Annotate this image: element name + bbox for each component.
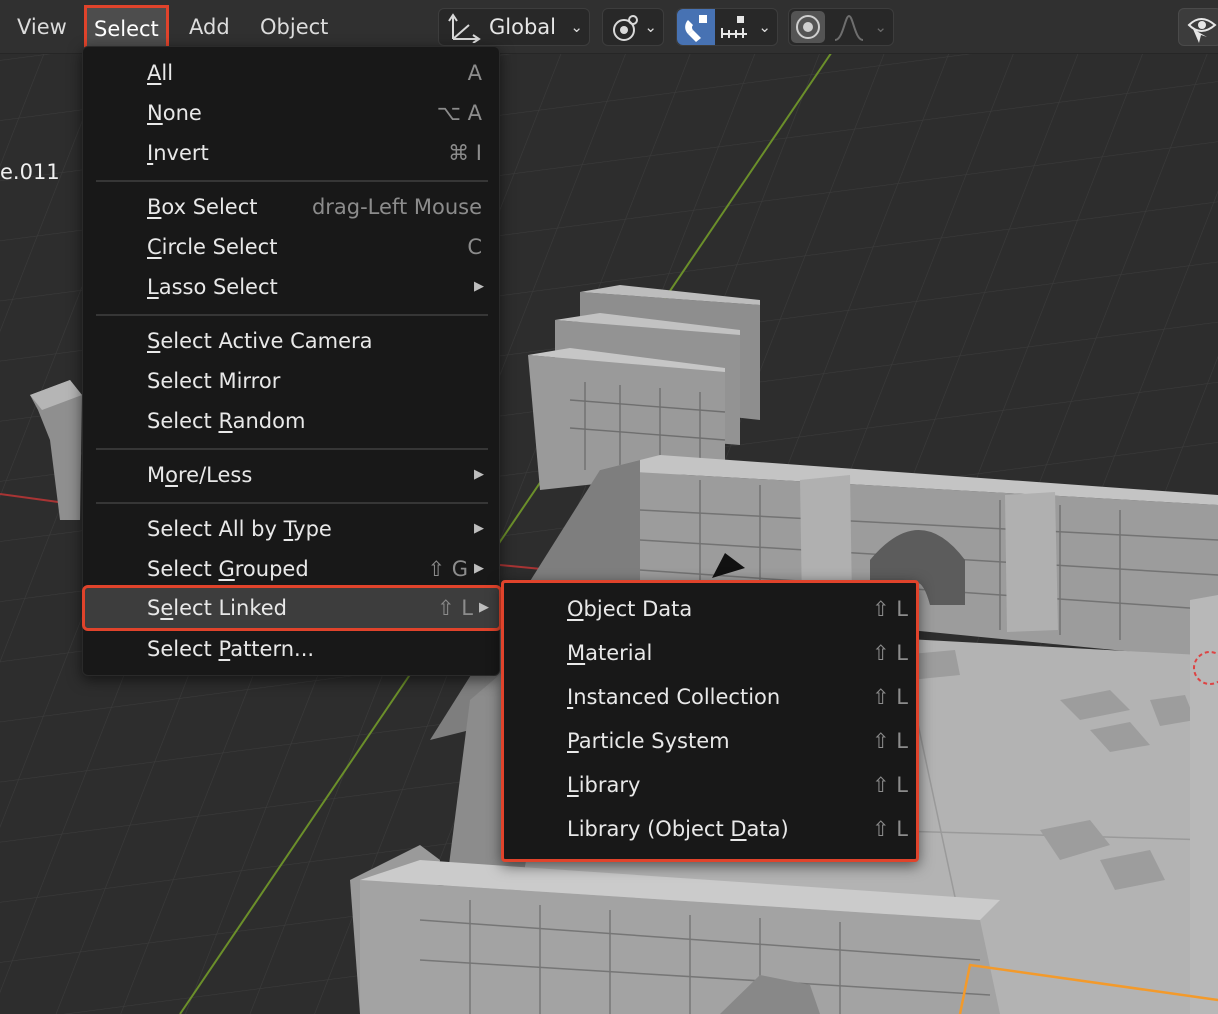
- menu-item-label: Select Random: [147, 409, 306, 433]
- submenu-item-object-data[interactable]: Object Data ⇧ L: [512, 587, 912, 631]
- submenu-arrow-icon: ▶: [474, 521, 484, 536]
- select-dropdown-menu: All A None ⌥ A Invert ⌘ I Box Select drag‑Left …: [82, 46, 502, 676]
- proportional-edit-toggle[interactable]: [791, 11, 825, 43]
- menu-item-label: None: [147, 101, 202, 125]
- submenu-arrow-icon: ▶: [479, 600, 489, 615]
- submenu-item-library[interactable]: Library ⇧ L: [512, 763, 912, 807]
- menu-item-lasso-select[interactable]: Lasso Select ▶: [88, 267, 494, 307]
- submenu-arrow-icon: ▶: [474, 467, 484, 482]
- snap-toggle-button[interactable]: [677, 9, 715, 45]
- menu-item-circle-select[interactable]: Circle Select C: [88, 227, 494, 267]
- menu-item-invert[interactable]: Invert ⌘ I: [88, 133, 494, 173]
- room-right-wall: [1190, 595, 1218, 1014]
- menu-item-label: Library (Object Data): [567, 817, 789, 841]
- transform-orientation-dropdown[interactable]: Global ⌄: [438, 8, 590, 46]
- menu-item-label: Instanced Collection: [567, 685, 781, 709]
- menu-separator: [96, 448, 488, 450]
- submenu-arrow-icon: ▶: [474, 561, 484, 576]
- menu-item-shortcut: A: [467, 61, 482, 85]
- falloff-curve-icon: [834, 14, 864, 41]
- menu-item-shortcut: ⇧ L: [872, 685, 908, 709]
- menu-item-box-select[interactable]: Box Select drag‑Left Mouse: [88, 187, 494, 227]
- menu-item-shortcut: ⇧ G: [427, 557, 468, 581]
- menu-item-label: Particle System: [567, 729, 730, 753]
- menu-item-label: Select Mirror: [147, 369, 281, 393]
- menu-item-label: Select Pattern...: [147, 637, 315, 661]
- menu-item-shortcut: ⇧ L: [872, 597, 908, 621]
- menu-item-shortcut: ⇧ L: [872, 729, 908, 753]
- menu-item-label: Circle Select: [147, 235, 278, 259]
- orientation-label: Global: [489, 15, 556, 39]
- menu-item-shortcut: ⇧ L: [872, 773, 908, 797]
- select-linked-submenu: Object Data ⇧ L Material ⇧ L Instanced Colle…: [501, 580, 919, 862]
- orientation-axes-icon: [448, 13, 481, 43]
- menu-item-select-mirror[interactable]: Select Mirror: [88, 361, 494, 401]
- menu-item-shortcut: ⇧ L: [872, 817, 908, 841]
- menu-item-label: All: [147, 61, 174, 85]
- menu-item-label: Invert: [147, 141, 209, 165]
- proportional-editing-controls[interactable]: ⌄: [788, 8, 894, 46]
- menu-separator: [96, 180, 488, 182]
- menu-item-select-active-camera[interactable]: Select Active Camera: [88, 321, 494, 361]
- menu-item-label: Select Active Camera: [147, 329, 373, 353]
- menu-item-shortcut: ⌘ I: [448, 141, 482, 165]
- menu-item-label: Lasso Select: [147, 275, 278, 299]
- menu-item-label: Library: [567, 773, 641, 797]
- submenu-item-instanced-collection[interactable]: Instanced Collection ⇧ L: [512, 675, 912, 719]
- menu-separator: [96, 502, 488, 504]
- menu-item-label: Material: [567, 641, 653, 665]
- snap-magnet-icon: [685, 15, 707, 42]
- submenu-item-library-object-data[interactable]: Library (Object Data) ⇧ L: [512, 807, 912, 851]
- submenu-arrow-icon: ▶: [474, 279, 484, 294]
- menu-item-shortcut: C: [467, 235, 482, 259]
- submenu-item-particle-system[interactable]: Particle System ⇧ L: [512, 719, 912, 763]
- select-menu-button[interactable]: Select: [84, 5, 169, 49]
- menu-item-label: Object Data: [567, 597, 693, 621]
- menu-item-shortcut: ⌥ A: [436, 101, 482, 125]
- object-menu[interactable]: Object: [252, 9, 336, 45]
- chevron-down-icon: ⌄: [874, 18, 887, 36]
- menu-item-none[interactable]: None ⌥ A: [88, 93, 494, 133]
- submenu-item-material[interactable]: Material ⇧ L: [512, 631, 912, 675]
- object-name-label: e.011: [0, 160, 60, 184]
- menu-item-label: More/Less: [147, 463, 253, 487]
- menu-item-shortcut: drag‑Left Mouse: [311, 195, 482, 219]
- add-menu[interactable]: Add: [181, 9, 238, 45]
- chevron-down-icon: ⌄: [758, 18, 771, 36]
- menu-item-shortcut: ⇧ L: [872, 641, 908, 665]
- menu-item-select-grouped[interactable]: Select Grouped ⇧ G ▶: [88, 549, 494, 589]
- pivot-point-icon: [613, 15, 638, 41]
- menu-item-label: Select All by Type: [147, 517, 332, 541]
- menu-item-all[interactable]: All A: [88, 53, 494, 93]
- snap-increment-icon: [721, 16, 747, 38]
- pivot-point-dropdown[interactable]: ⌄: [602, 8, 664, 46]
- menu-item-select-pattern[interactable]: Select Pattern...: [88, 629, 494, 669]
- menu-item-more-less[interactable]: More/Less ▶: [88, 455, 494, 495]
- visibility-eye-icon: [1187, 18, 1217, 43]
- viewport-visibility-button[interactable]: [1178, 8, 1218, 46]
- proportional-edit-icon: [796, 15, 820, 39]
- menu-item-select-linked[interactable]: Select Linked ⇧ L ▶: [82, 585, 502, 631]
- chevron-down-icon: ⌄: [644, 18, 657, 36]
- menu-item-select-all-by-type[interactable]: Select All by Type ▶: [88, 509, 494, 549]
- view-menu[interactable]: View: [9, 9, 75, 45]
- chevron-down-icon: ⌄: [570, 18, 583, 36]
- menu-item-shortcut: ⇧ L: [437, 596, 473, 620]
- menu-separator: [96, 314, 488, 316]
- menu-item-label: Box Select: [147, 195, 258, 219]
- menu-item-select-random[interactable]: Select Random: [88, 401, 494, 441]
- menu-item-label: Select Grouped: [147, 557, 309, 581]
- menu-item-label: Select Linked: [147, 596, 287, 620]
- snapping-controls[interactable]: ⌄: [676, 8, 778, 46]
